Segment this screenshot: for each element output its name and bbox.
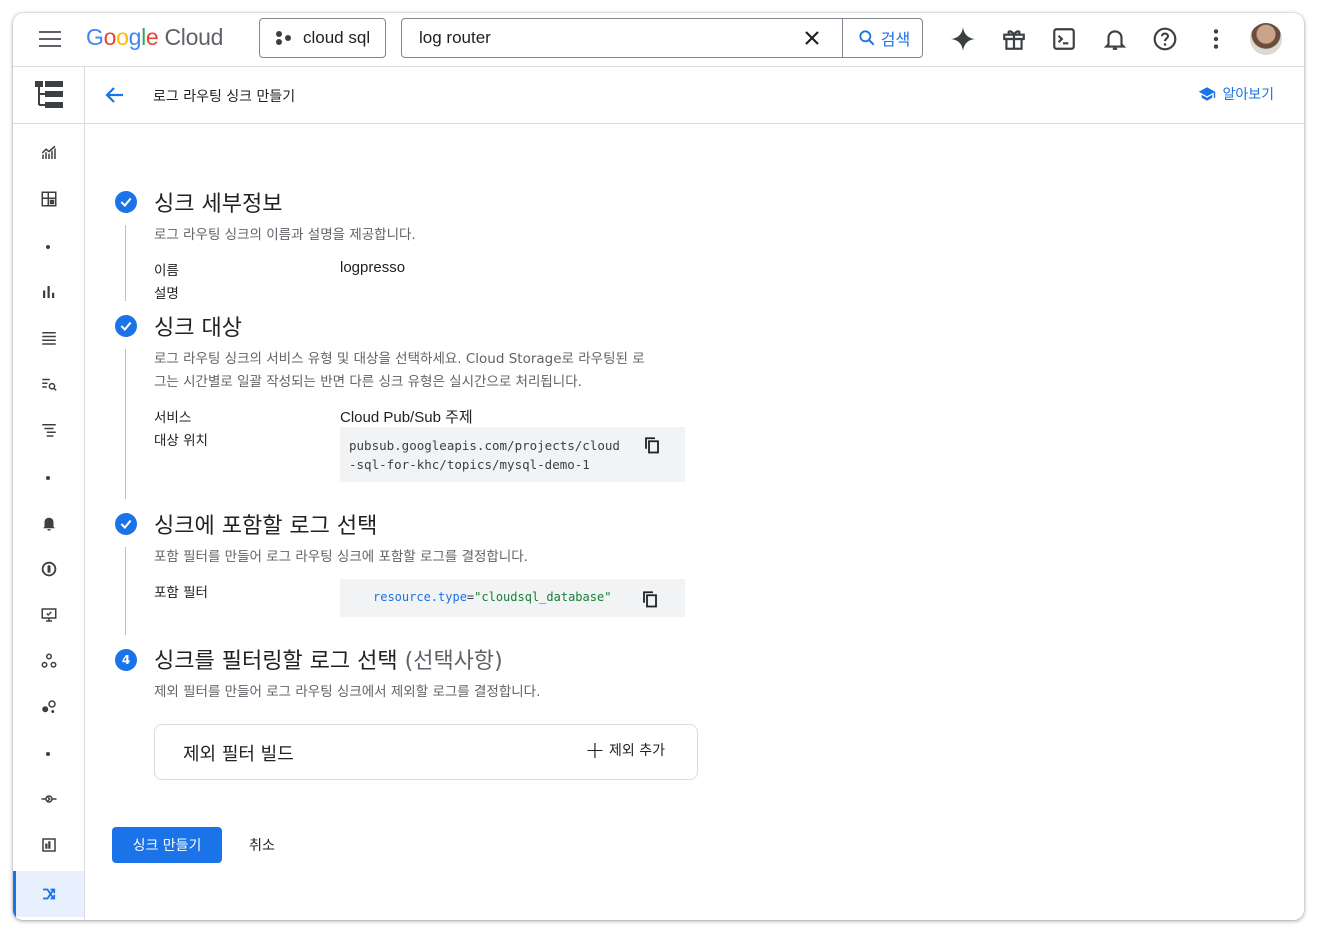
close-icon[interactable] — [800, 26, 824, 50]
uptime-icon — [41, 795, 56, 803]
log-explorer-icon — [41, 424, 56, 437]
side-nav — [13, 67, 85, 920]
project-picker[interactable]: cloud sql — [259, 18, 386, 58]
main-menu-icon[interactable] — [39, 31, 61, 47]
nav-log-router[interactable] — [13, 871, 84, 917]
exclusion-filter-box: 제외 필터 빌드 + 제외 추가 — [154, 724, 698, 780]
step-4-description: 제외 필터를 만들어 로그 라우팅 싱크에서 제외할 로그를 결정합니다. — [154, 684, 541, 700]
alerts-icon — [42, 517, 55, 531]
app-window: Google Cloud cloud sql log router 검색 로그 … — [13, 13, 1304, 920]
nav-services[interactable] — [13, 641, 84, 681]
bar-chart-icon — [42, 286, 54, 298]
nav-uptime[interactable] — [13, 779, 84, 819]
cloud-shell-icon[interactable] — [1051, 26, 1077, 52]
nav-log-explorer[interactable] — [13, 410, 84, 450]
learn-label: 알아보기 — [1222, 87, 1274, 103]
inclusion-filter-code-box: resource.type="cloudsql_database" — [340, 579, 685, 617]
inclusion-filter-label: 포함 필터 — [154, 585, 208, 601]
nav-bar-chart[interactable] — [13, 272, 84, 312]
name-label: 이름 — [154, 263, 179, 279]
add-exclusion-label: 제외 추가 — [609, 743, 665, 759]
service-label: 서비스 — [154, 410, 192, 426]
step-4-title[interactable]: 싱크를 필터링할 로그 선택 (선택사항) — [154, 643, 503, 675]
learn-button[interactable]: 알아보기 — [1198, 84, 1274, 104]
nav-metrics[interactable] — [13, 133, 84, 173]
search-button-label: 검색 — [880, 30, 911, 49]
step-3-title[interactable]: 싱크에 포함할 로그 선택 — [154, 508, 377, 540]
logging-logo-icon[interactable] — [33, 79, 65, 111]
copy-icon[interactable] — [641, 590, 659, 608]
copy-icon[interactable] — [643, 436, 661, 454]
dashboard-icon — [41, 191, 56, 207]
description-label: 설명 — [154, 286, 179, 302]
sync-icon — [41, 561, 56, 577]
step-complete-icon — [115, 513, 137, 535]
avatar[interactable] — [1250, 23, 1282, 55]
school-icon — [1199, 87, 1216, 101]
step-4-number: 4 — [115, 649, 137, 671]
destination-value-line2: -sql-for-khc/topics/mysql-demo-1 — [349, 457, 590, 472]
search-icon — [859, 30, 875, 46]
google-cloud-logo[interactable]: Google Cloud — [86, 24, 223, 51]
nav-alerts[interactable] — [13, 503, 84, 543]
step-1-title[interactable]: 싱크 세부정보 — [154, 186, 282, 218]
nav-dashboard[interactable] — [13, 179, 84, 219]
create-sink-button[interactable]: 싱크 만들기 — [112, 827, 222, 863]
step-2-description-line2: 그는 시간별로 일괄 작성되는 반면 다른 싱크 유형은 실시간으로 처리됩니다… — [154, 374, 582, 390]
gemini-icon[interactable] — [950, 26, 976, 52]
page-title: 로그 라우팅 싱크 만들기 — [153, 89, 296, 105]
back-arrow-icon[interactable] — [103, 83, 127, 107]
storage-icon — [41, 838, 56, 852]
nav-sync[interactable] — [13, 549, 84, 589]
nav-logs-list[interactable] — [13, 318, 84, 358]
help-icon[interactable] — [1152, 26, 1178, 52]
services-icon — [41, 653, 56, 668]
more-vert-icon[interactable] — [1203, 26, 1229, 52]
nav-log-analytics[interactable] — [13, 364, 84, 404]
plus-icon: + — [584, 736, 606, 764]
step-complete-icon — [115, 191, 137, 213]
service-value: Cloud Pub/Sub 주제 — [340, 409, 473, 426]
monitor-icon — [41, 608, 56, 622]
project-icon — [276, 30, 292, 46]
step-complete-icon — [115, 315, 137, 337]
nav-storage[interactable] — [13, 825, 84, 865]
step-2-description-line1: 로그 라우팅 싱크의 서비스 유형 및 대상을 선택하세요. Cloud Sto… — [154, 351, 645, 367]
nav-groups[interactable] — [13, 687, 84, 727]
inclusion-filter-code: resource.type="cloudsql_database" — [373, 590, 612, 604]
step-1-description: 로그 라우팅 싱크의 이름과 설명을 제공합니다. — [154, 227, 416, 243]
notifications-icon[interactable] — [1102, 26, 1128, 52]
gift-icon[interactable] — [1001, 26, 1027, 52]
search-input[interactable]: log router — [419, 28, 491, 48]
destination-code-box: pubsub.googleapis.com/projects/cloud -sq… — [340, 427, 685, 482]
search-button[interactable]: 검색 — [842, 19, 924, 57]
search-bar[interactable]: log router 검색 — [401, 18, 923, 58]
project-name: cloud sql — [303, 28, 371, 47]
log-analytics-icon — [41, 378, 57, 391]
step-2-title[interactable]: 싱크 대상 — [154, 310, 242, 342]
name-value: logpresso — [340, 259, 406, 276]
logs-list-icon — [41, 332, 56, 345]
log-router-icon — [42, 888, 55, 900]
cancel-button[interactable]: 취소 — [236, 827, 288, 863]
page-header: 로그 라우팅 싱크 만들기 알아보기 — [85, 67, 1304, 124]
add-exclusion-button[interactable]: + 제외 추가 — [584, 736, 665, 764]
metrics-icon — [41, 145, 56, 159]
destination-label: 대상 위치 — [154, 433, 208, 449]
step-3-description: 포함 필터를 만들어 로그 라우팅 싱크에 포함할 로그를 결정합니다. — [154, 549, 528, 565]
exclusion-filter-title: 제외 필터 빌드 — [183, 744, 294, 765]
top-bar: Google Cloud cloud sql log router 검색 — [13, 13, 1304, 67]
destination-value-line1: pubsub.googleapis.com/projects/cloud — [349, 438, 620, 453]
groups-icon — [41, 700, 56, 713]
nav-monitor[interactable] — [13, 595, 84, 635]
